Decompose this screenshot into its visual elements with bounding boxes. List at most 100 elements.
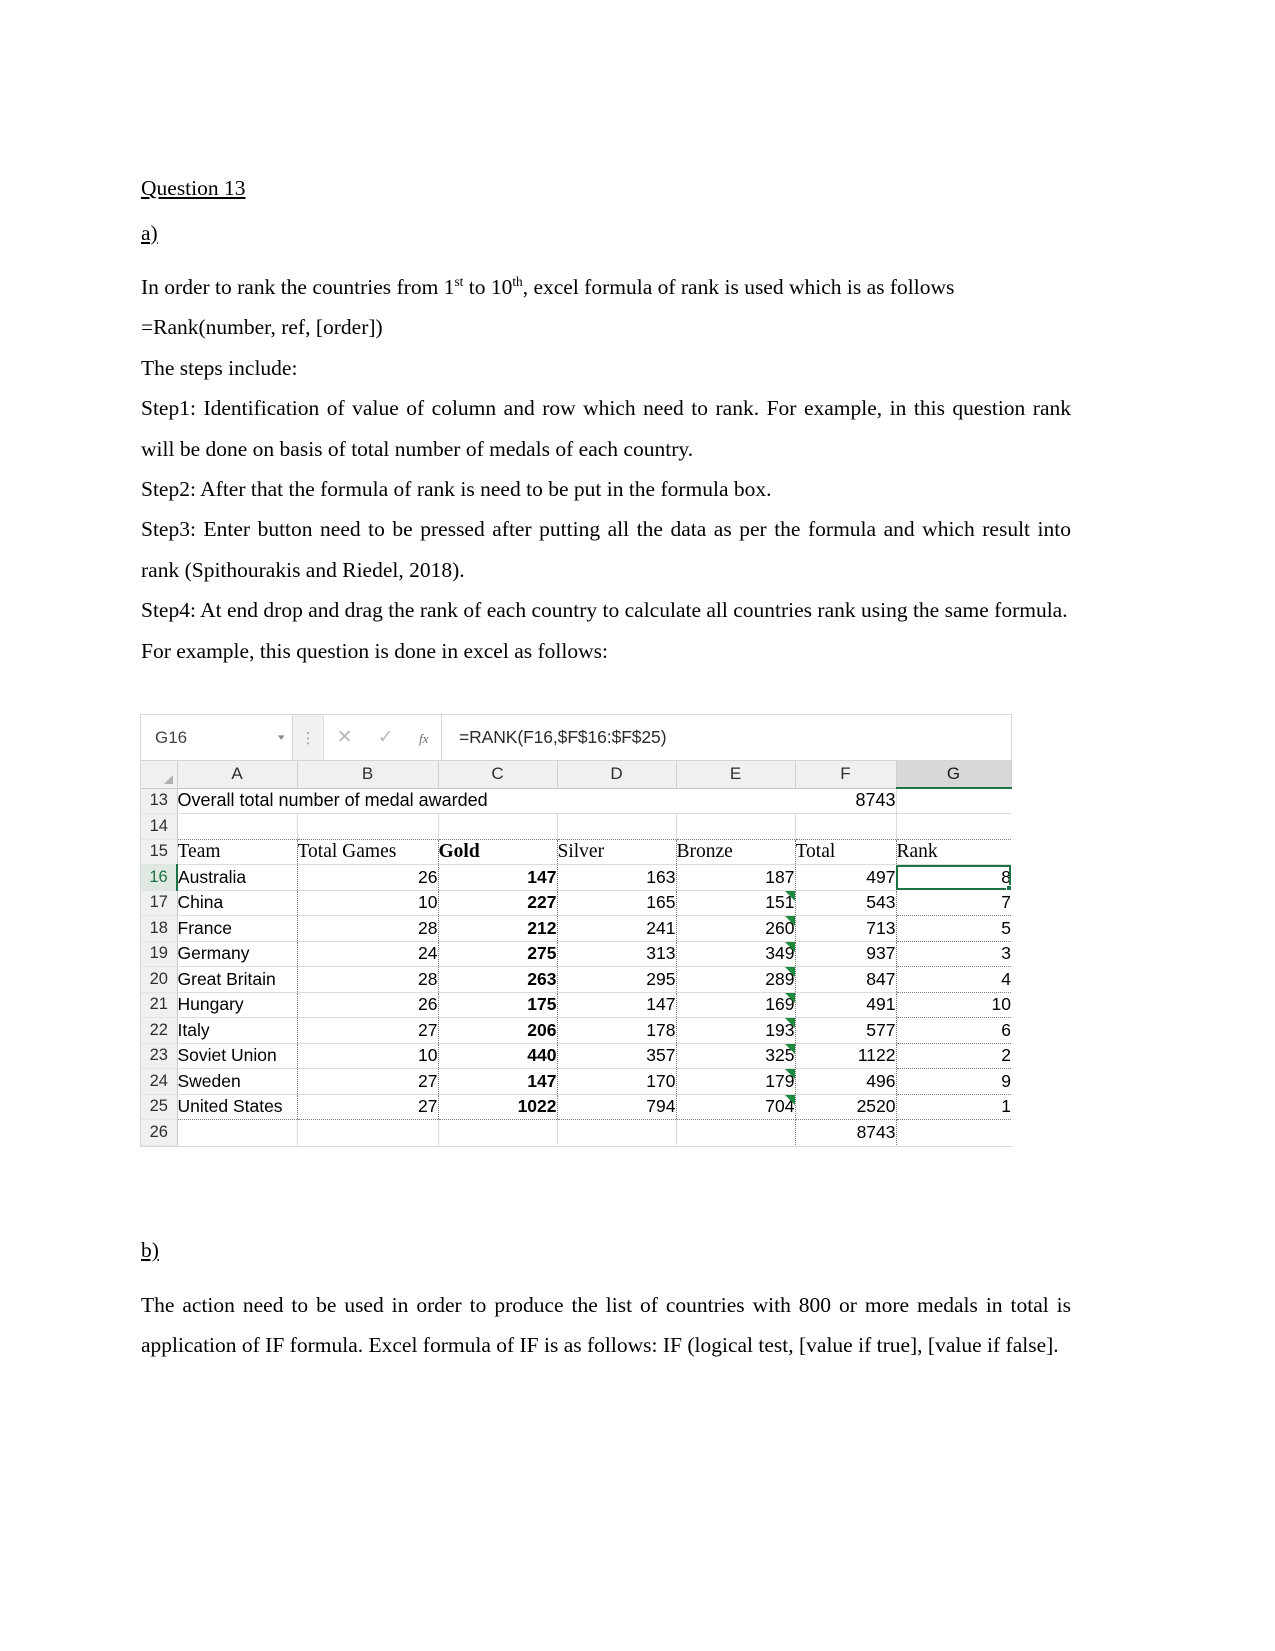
row-header-18[interactable]: 18 <box>141 915 178 942</box>
cell-f21-total[interactable]: 491 <box>795 992 897 1018</box>
cell-e25-bronze[interactable]: 704 <box>676 1094 796 1120</box>
cell-e15-header-bronze[interactable]: Bronze <box>676 839 796 865</box>
insert-function-icon[interactable]: fx <box>419 726 428 749</box>
cell-c18-gold[interactable]: 212 <box>438 915 558 942</box>
cell-g18-rank[interactable]: 5 <box>896 915 1011 942</box>
cell-d19-silver[interactable]: 313 <box>557 941 677 967</box>
cell-b21-games[interactable]: 26 <box>297 992 439 1018</box>
row-header-16[interactable]: 16 <box>141 864 178 891</box>
cell-e21-bronze[interactable]: 169 <box>676 992 796 1018</box>
cell-e16-bronze[interactable]: 187 <box>676 864 796 891</box>
table-row[interactable]: 24 Sweden 27 147 170 179 496 9 <box>141 1068 1011 1095</box>
cell-b18-games[interactable]: 28 <box>297 915 439 942</box>
cell-e18-bronze[interactable]: 260 <box>676 915 796 942</box>
cell-f26-grand-total[interactable]: 8743 <box>795 1119 897 1145</box>
cell-b20-games[interactable]: 28 <box>297 966 439 993</box>
cell-g24-rank[interactable]: 9 <box>896 1068 1011 1095</box>
cell-e20-bronze[interactable]: 289 <box>676 966 796 993</box>
cell-d26[interactable] <box>557 1119 677 1145</box>
cell-f14[interactable] <box>795 813 897 840</box>
cell-b25-games[interactable]: 27 <box>297 1094 439 1120</box>
cell-a25-team[interactable]: United States <box>177 1094 298 1120</box>
cell-a17-team[interactable]: China <box>177 890 298 916</box>
cell-g21-rank[interactable]: 10 <box>896 992 1011 1018</box>
cell-e24-bronze[interactable]: 179 <box>676 1068 796 1095</box>
cell-f16-total[interactable]: 497 <box>795 864 897 891</box>
cell-f18-total[interactable]: 713 <box>795 915 897 942</box>
table-row[interactable]: 20 Great Britain 28 263 295 289 847 4 <box>141 966 1011 993</box>
cell-g13[interactable] <box>896 788 1011 814</box>
row-header-24[interactable]: 24 <box>141 1068 178 1095</box>
cell-d24-silver[interactable]: 170 <box>557 1068 677 1095</box>
cell-c24-gold[interactable]: 147 <box>438 1068 558 1095</box>
cell-g19-rank[interactable]: 3 <box>896 941 1011 967</box>
excel-spreadsheet-widget[interactable]: G16 ▾ ⋮ ✕ ✓ fx =RANK(F16,$F$16:$F$25) A … <box>140 714 1012 1147</box>
cell-f25-total[interactable]: 2520 <box>795 1094 897 1120</box>
table-row[interactable]: 14 <box>141 813 1011 840</box>
cell-e26[interactable] <box>676 1119 796 1145</box>
cell-a18-team[interactable]: France <box>177 915 298 942</box>
row-header-20[interactable]: 20 <box>141 966 178 993</box>
formula-action-buttons[interactable]: ✕ ✓ fx <box>323 715 442 760</box>
table-row[interactable]: 13 Overall total number of medal awarded… <box>141 788 1011 814</box>
cell-f24-total[interactable]: 496 <box>795 1068 897 1095</box>
cell-d14[interactable] <box>557 813 677 840</box>
column-header-e[interactable]: E <box>676 761 796 789</box>
cell-e23-bronze[interactable]: 325 <box>676 1043 796 1069</box>
cell-b14[interactable] <box>297 813 439 840</box>
cell-e17-bronze[interactable]: 151 <box>676 890 796 916</box>
row-header-23[interactable]: 23 <box>141 1043 178 1069</box>
cell-c14[interactable] <box>438 813 558 840</box>
table-row[interactable]: 19 Germany 24 275 313 349 937 3 <box>141 941 1011 967</box>
spreadsheet-grid[interactable]: A B C D E F G 13 Overall total number of… <box>141 761 1012 1146</box>
row-header-25[interactable]: 25 <box>141 1094 178 1120</box>
select-all-corner-icon[interactable] <box>141 761 178 789</box>
formula-input[interactable]: =RANK(F16,$F$16:$F$25) <box>442 715 1011 760</box>
cell-b24-games[interactable]: 27 <box>297 1068 439 1095</box>
cell-d20-silver[interactable]: 295 <box>557 966 677 993</box>
cell-a13-title[interactable]: Overall total number of medal awarded <box>177 788 795 814</box>
row-header-26[interactable]: 26 <box>141 1119 178 1146</box>
cell-c23-gold[interactable]: 440 <box>438 1043 558 1069</box>
row-header-13[interactable]: 13 <box>141 788 178 814</box>
cell-g14[interactable] <box>896 813 1011 840</box>
row-header-15[interactable]: 15 <box>141 839 178 865</box>
cell-a19-team[interactable]: Germany <box>177 941 298 967</box>
cell-a26[interactable] <box>177 1119 298 1145</box>
cell-b22-games[interactable]: 27 <box>297 1017 439 1044</box>
cell-f19-total[interactable]: 937 <box>795 941 897 967</box>
cell-c16-gold[interactable]: 147 <box>438 864 558 891</box>
cell-b19-games[interactable]: 24 <box>297 941 439 967</box>
chevron-down-icon[interactable]: ▾ <box>278 732 285 743</box>
cell-c17-gold[interactable]: 227 <box>438 890 558 916</box>
cell-g16-rank[interactable]: 8 <box>896 864 1011 890</box>
cell-c21-gold[interactable]: 175 <box>438 992 558 1018</box>
cell-c15-header-gold[interactable]: Gold <box>438 839 558 865</box>
row-header-22[interactable]: 22 <box>141 1017 178 1044</box>
column-header-f[interactable]: F <box>795 761 897 789</box>
column-header-b[interactable]: B <box>297 761 439 789</box>
cell-g15-header-rank[interactable]: Rank <box>896 839 1011 865</box>
table-row[interactable]: 16 Australia 26 147 163 187 497 8 <box>141 864 1011 891</box>
name-box[interactable]: G16 ▾ <box>141 715 293 760</box>
cell-d18-silver[interactable]: 241 <box>557 915 677 942</box>
row-header-21[interactable]: 21 <box>141 992 178 1018</box>
cell-d16-silver[interactable]: 163 <box>557 864 677 891</box>
table-row[interactable]: 23 Soviet Union 10 440 357 325 1122 2 <box>141 1043 1011 1069</box>
table-row[interactable]: 25 United States 27 1022 794 704 2520 1 <box>141 1094 1011 1120</box>
cell-a23-team[interactable]: Soviet Union <box>177 1043 298 1069</box>
cell-f15-header-total[interactable]: Total <box>795 839 897 865</box>
table-row[interactable]: 26 8743 <box>141 1119 1011 1146</box>
row-header-17[interactable]: 17 <box>141 890 178 916</box>
cell-a20-team[interactable]: Great Britain <box>177 966 298 993</box>
cell-f13-overall-total[interactable]: 8743 <box>795 788 897 814</box>
table-row[interactable]: 17 China 10 227 165 151 543 7 <box>141 890 1011 916</box>
formula-bar[interactable]: G16 ▾ ⋮ ✕ ✓ fx =RANK(F16,$F$16:$F$25) <box>141 715 1011 761</box>
confirm-check-icon[interactable]: ✓ <box>378 726 394 749</box>
cell-d15-header-silver[interactable]: Silver <box>557 839 677 865</box>
cell-b16-games[interactable]: 26 <box>297 864 439 891</box>
cell-f20-total[interactable]: 847 <box>795 966 897 993</box>
column-header-g[interactable]: G <box>896 761 1012 789</box>
cell-g20-rank[interactable]: 4 <box>896 966 1011 993</box>
cell-b26[interactable] <box>297 1119 439 1145</box>
